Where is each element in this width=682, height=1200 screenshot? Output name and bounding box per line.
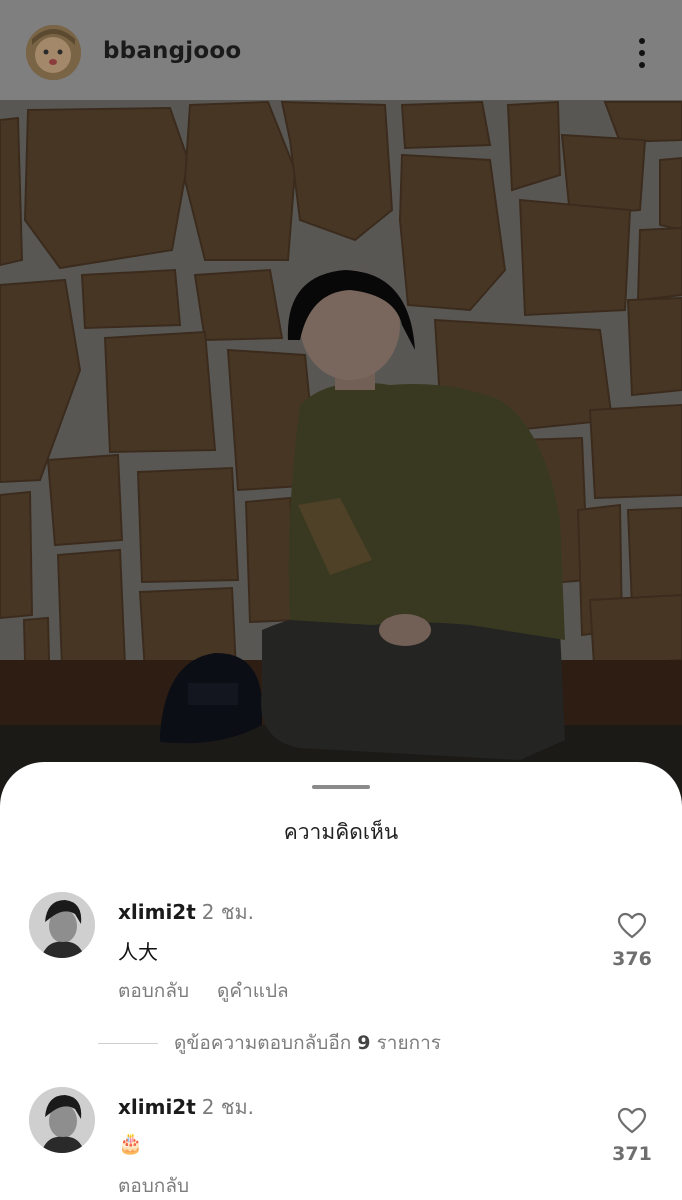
reply-button[interactable]: ตอบกลับ bbox=[118, 980, 189, 1002]
like-count: 376 bbox=[612, 948, 652, 970]
comment-time: 2 ชม. bbox=[201, 1095, 254, 1119]
vertical-ellipsis-icon[interactable] bbox=[628, 36, 656, 70]
like-count: 371 bbox=[612, 1143, 652, 1165]
more-replies-prefix: ดูข้อความตอบกลับอีก bbox=[174, 1032, 352, 1054]
commenter-avatar[interactable] bbox=[29, 892, 95, 958]
sheet-drag-handle[interactable] bbox=[312, 785, 370, 789]
see-translation-button[interactable]: ดูคำแปล bbox=[217, 980, 289, 1002]
comment-username[interactable]: xlimi2t bbox=[118, 1095, 196, 1119]
more-replies-count: 9 bbox=[357, 1032, 371, 1054]
reply-button[interactable]: ตอบกลับ bbox=[118, 1175, 189, 1197]
post-header: bbangjooo bbox=[0, 0, 682, 100]
comment-item: xlimi2t 2 ชม. 🎂 ตอบกลับ 371 bbox=[0, 1087, 682, 1200]
heart-icon[interactable] bbox=[617, 912, 647, 940]
comment-text: 人大 bbox=[118, 940, 158, 964]
post-photo[interactable] bbox=[0, 100, 682, 800]
post-author-username[interactable]: bbangjooo bbox=[103, 38, 241, 64]
comment-time: 2 ชม. bbox=[201, 900, 254, 924]
comment-username[interactable]: xlimi2t bbox=[118, 900, 196, 924]
heart-icon[interactable] bbox=[617, 1107, 647, 1135]
comments-sheet: ความคิดเห็น xlimi2t 2 ชม. 人大 ตอบกลับ ดูคำแ… bbox=[0, 762, 682, 1200]
replies-divider-line bbox=[98, 1043, 158, 1044]
comment-text: 🎂 bbox=[118, 1131, 143, 1155]
commenter-avatar[interactable] bbox=[29, 1087, 95, 1153]
sheet-title: ความคิดเห็น bbox=[283, 820, 399, 844]
view-more-replies-link[interactable]: ดูข้อความตอบกลับอีก 9 รายการ bbox=[98, 1028, 441, 1054]
post-author-avatar[interactable] bbox=[26, 25, 81, 80]
more-replies-suffix: รายการ bbox=[376, 1032, 441, 1054]
comment-item: xlimi2t 2 ชม. 人大 ตอบกลับ ดูคำแปล 376 bbox=[0, 892, 682, 1022]
